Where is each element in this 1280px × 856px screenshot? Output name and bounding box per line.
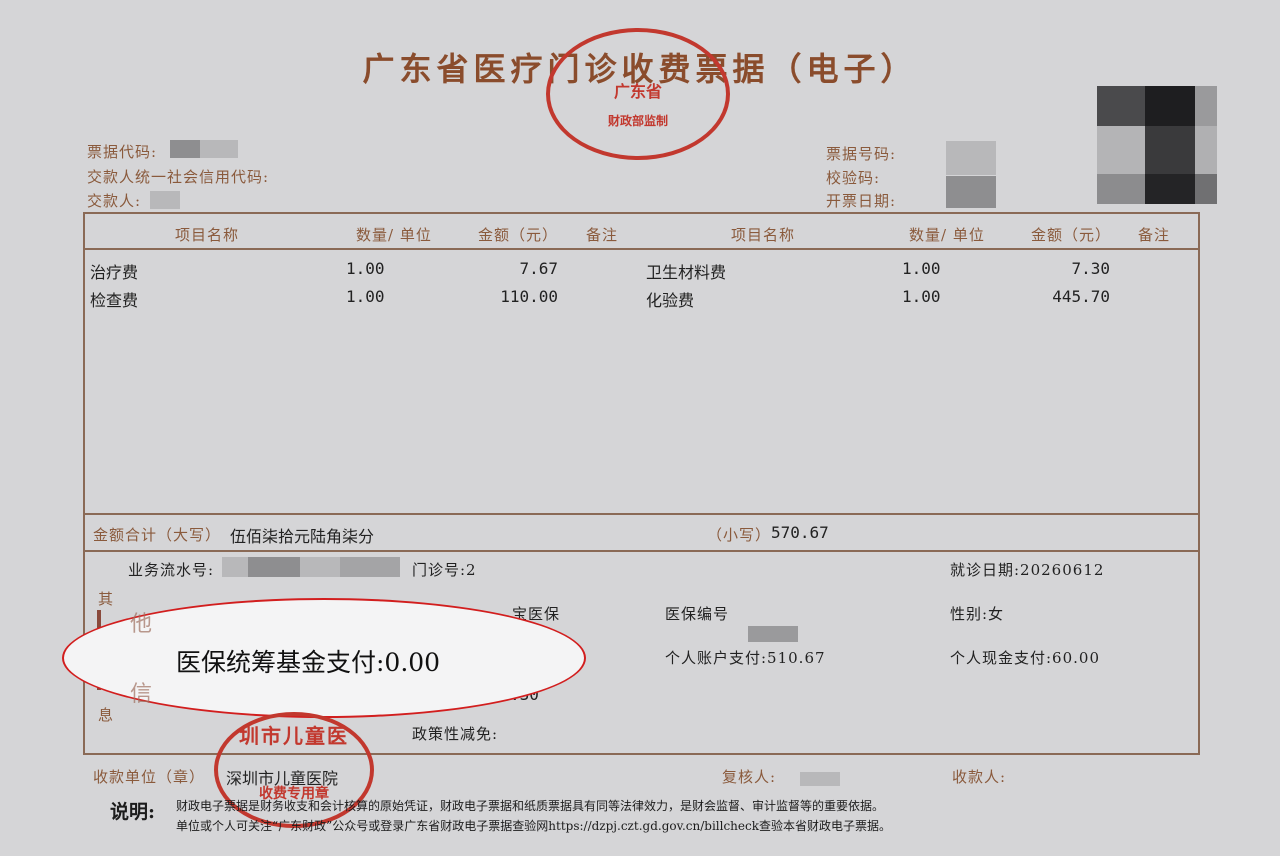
reviewer-label: 复核人: [722,768,777,786]
total-upper-label: 金额合计（大写） [93,526,222,544]
total-top-divider [83,513,1200,515]
side-label-2: 他 [130,612,153,637]
item-name: 化验费 [646,291,695,310]
policy-relief-label: 政策性减免: [412,725,499,743]
payer-label: 交款人: [87,192,142,210]
fund-payment: 医保统筹基金支付:0.00 [176,648,441,677]
visit-date: 就诊日期:20260612 [950,561,1105,579]
col-header-name-1: 项目名称 [175,226,240,244]
redacted-payer [150,191,180,209]
redacted-insurance-number [748,626,798,642]
redacted-serial-3 [300,557,340,577]
item-qty: 1.00 [902,287,941,306]
clinic-number: 门诊号:2 [412,561,477,579]
header-divider [83,248,1200,250]
credit-code-label: 交款人统一社会信用代码: [87,168,270,186]
total-lower-label: （小写） [707,526,772,544]
item-amount: 110.00 [500,287,558,306]
item-name: 检查费 [90,291,139,310]
col-header-amount-2: 金额（元） [1031,226,1112,244]
payee-value: 深圳市儿童医院 [226,769,339,788]
col-header-amount-1: 金额（元） [478,226,559,244]
item-qty: 1.00 [346,259,385,278]
bill-number-label: 票据号码: [826,145,897,163]
side-label-1: 其 [98,590,115,608]
check-code-label: 校验码: [826,169,881,187]
cash-payment: 个人现金支付:60.00 [950,649,1100,667]
account-payment: 个人账户支付:510.67 [665,649,826,667]
col-header-qty-2: 数量/ 单位 [909,226,985,244]
collector-label: 收款人: [952,768,1007,786]
note-line-1: 财政电子票据是财务收支和会计核算的原始凭证，财政电子票据和纸质票据具有同等法律效… [176,799,885,813]
qr-code [1097,86,1217,204]
redacted-bill-code [170,140,200,158]
total-lower-value: 570.67 [771,523,829,542]
side-label-4: 息 [98,706,115,724]
side-label-3: 信 [130,682,153,707]
item-amount: 7.67 [519,259,558,278]
note-title: 说明: [110,801,156,823]
finance-seal-bottom: 财政部监制 [607,114,668,128]
hospital-seal-text: 圳市儿童医 [239,724,349,748]
redacted-issue-date [946,176,996,208]
total-upper-value: 伍佰柒拾元陆角柒分 [230,527,375,546]
item-name: 卫生材料费 [646,263,727,282]
gender: 性别:女 [950,605,1005,623]
finance-seal-text: 广东省 [613,82,662,101]
item-qty: 1.00 [902,259,941,278]
serial-label: 业务流水号: [128,561,215,579]
issue-date-label: 开票日期: [826,192,897,210]
redacted-serial-2 [248,557,300,577]
item-qty: 1.00 [346,287,385,306]
payee-label: 收款单位（章） [93,768,206,786]
col-header-qty-1: 数量/ 单位 [356,226,432,244]
item-amount: 7.30 [1071,259,1110,278]
insurance-number-label: 医保编号 [665,605,730,623]
item-amount: 445.70 [1052,287,1110,306]
note-line-2: 单位或个人可关注“广东财政”公众号或登录广东省财政电子票据查验网https://… [176,819,891,833]
redacted-serial [222,557,248,577]
finance-seal: 广东省 财政部监制 [546,28,730,160]
redacted-bill-code-2 [200,140,238,158]
redacted-serial-4 [340,557,400,577]
col-header-note-1: 备注 [586,226,619,244]
item-name: 治疗费 [90,263,139,282]
col-header-note-2: 备注 [1138,226,1171,244]
col-header-name-2: 项目名称 [731,226,796,244]
redacted-bill-number [946,141,996,175]
total-bottom-divider [83,550,1200,552]
redacted-reviewer [800,772,840,786]
bill-code-label: 票据代码: [87,143,158,161]
